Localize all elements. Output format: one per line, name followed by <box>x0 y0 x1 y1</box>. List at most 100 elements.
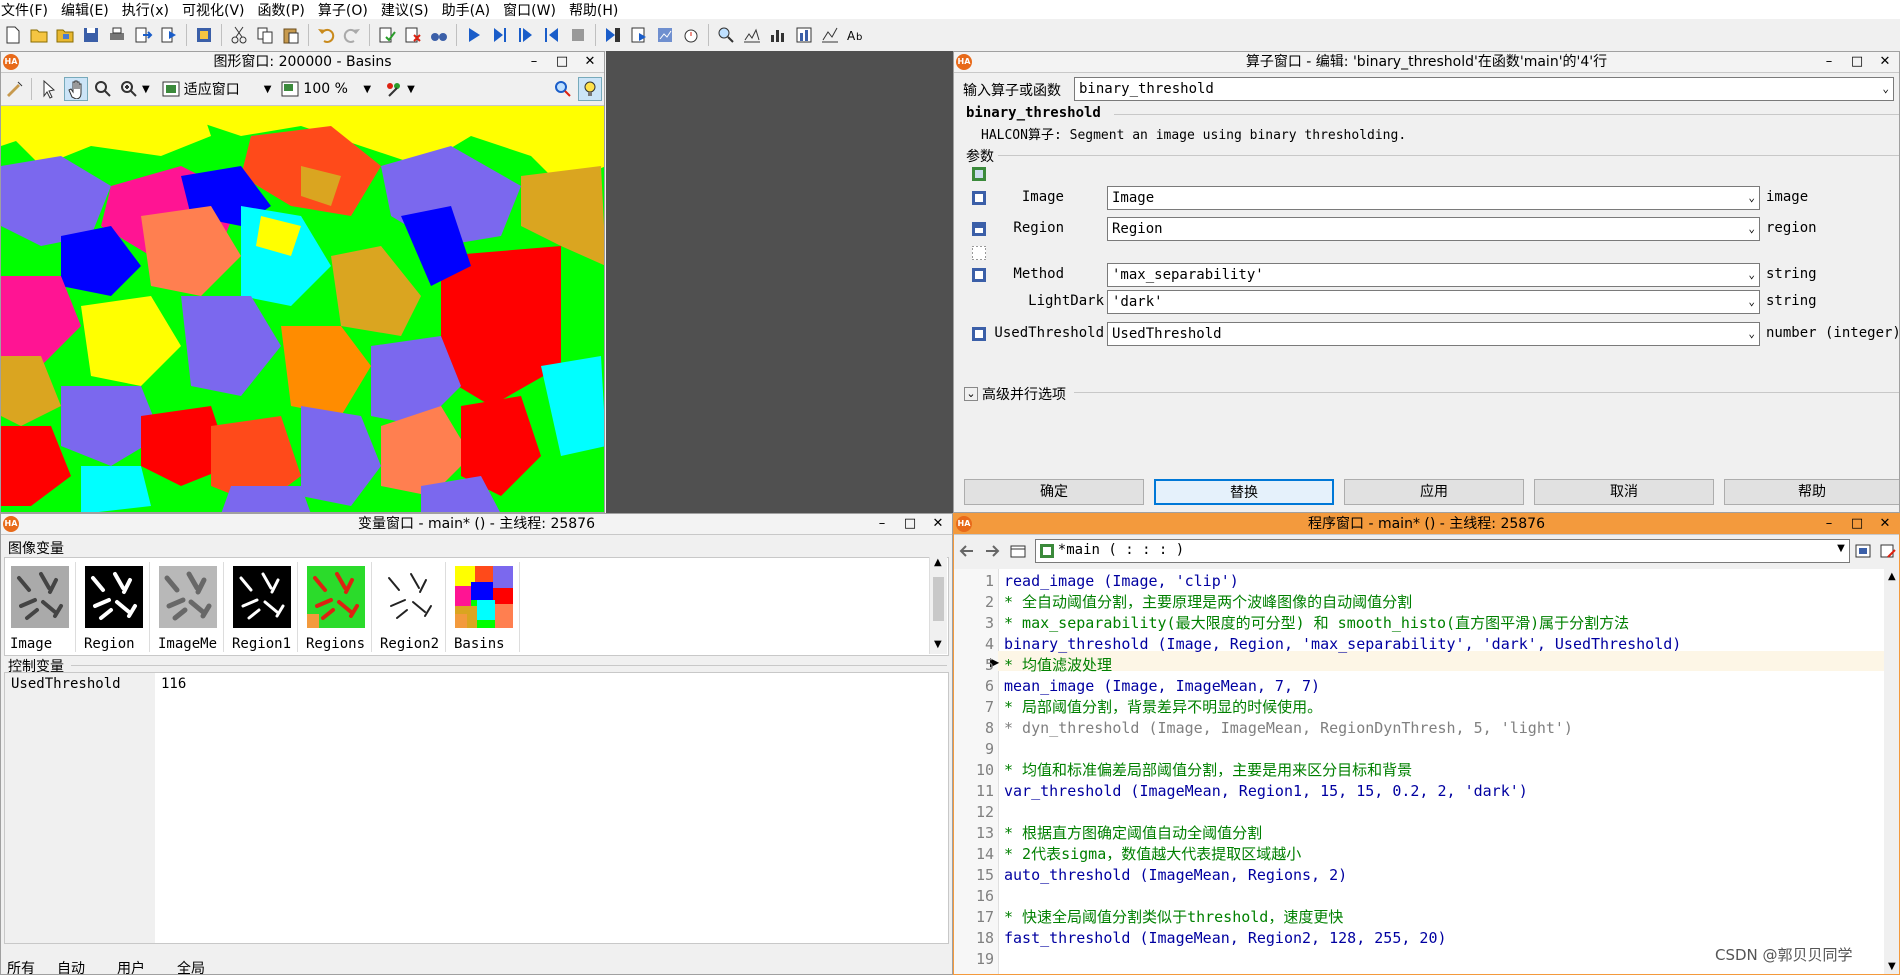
paste-icon[interactable] <box>280 24 302 46</box>
menu-window[interactable]: 窗口(W) <box>502 0 568 20</box>
minimize-icon[interactable]: – <box>1815 514 1843 534</box>
save-icon[interactable] <box>80 24 102 46</box>
basins-segmentation-image[interactable] <box>1 106 604 512</box>
tab-user[interactable]: 用户 <box>117 958 145 974</box>
image-vars-scrollbar[interactable]: ▲ ▼ <box>929 557 947 654</box>
procedure-list-icon[interactable] <box>1007 540 1029 562</box>
chevron-down-icon[interactable]: ⌄ <box>964 387 978 401</box>
code-line[interactable]: * 2代表sigma，数值越大代表提取区域越小 <box>1004 844 1301 865</box>
image-var-thumb[interactable]: Region2 <box>375 562 446 652</box>
zoom-icon[interactable] <box>92 78 114 100</box>
table-row[interactable]: UsedThreshold 116 <box>5 673 948 695</box>
zoom-level-arrow-icon[interactable]: ▼ <box>363 84 371 95</box>
tab-global[interactable]: 全局 <box>177 958 205 974</box>
menu-visualize[interactable]: 可视化(V) <box>181 0 257 20</box>
open-file-icon[interactable] <box>28 24 50 46</box>
stop-icon[interactable] <box>567 24 589 46</box>
code-line[interactable]: * 快速全局阈值分割类似于threshold，速度更快 <box>1004 907 1343 928</box>
run-export-icon[interactable] <box>158 24 180 46</box>
profiler-icon[interactable] <box>654 24 676 46</box>
run-icon[interactable] <box>463 24 485 46</box>
open-example-icon[interactable] <box>54 24 76 46</box>
close-icon[interactable]: ✕ <box>924 514 952 534</box>
properties-icon[interactable] <box>193 24 215 46</box>
step-over-icon[interactable] <box>515 24 537 46</box>
code-line[interactable]: mean_image (Image, ImageMean, 7, 7) <box>1004 676 1320 697</box>
chevron-down-icon[interactable]: ⌄ <box>1748 187 1755 209</box>
procedure-select[interactable]: *main ( : : : ) ▼ <box>1034 539 1850 563</box>
param-method-select[interactable]: 'max_separability' ⌄ <box>1107 263 1760 287</box>
maximize-icon[interactable]: □ <box>896 514 924 534</box>
help-button[interactable]: 帮助 <box>1724 479 1899 505</box>
maximize-icon[interactable]: □ <box>1843 52 1871 72</box>
redo-icon[interactable] <box>341 24 363 46</box>
procedure-settings-icon[interactable] <box>1852 540 1874 562</box>
color-settings-icon[interactable] <box>383 78 405 100</box>
chevron-down-icon[interactable]: ⌄ <box>1748 264 1755 286</box>
code-line[interactable]: var_threshold (ImageMean, Region1, 15, 1… <box>1004 781 1528 802</box>
menu-assistants[interactable]: 助手(A) <box>441 0 503 20</box>
zoom-dropdown-arrow-icon[interactable]: ▼ <box>142 84 150 95</box>
tab-all[interactable]: 所有 <box>7 958 35 974</box>
step-into-icon[interactable] <box>541 24 563 46</box>
code-line[interactable]: * dyn_threshold (Image, ImageMean, Regio… <box>1004 718 1573 739</box>
code-line[interactable]: * max_separability(最大限度的可分型) 和 smooth_hi… <box>1004 613 1629 634</box>
scroll-up-icon[interactable]: ▲ <box>1888 571 1896 582</box>
menu-suggestions[interactable]: 建议(S) <box>380 0 441 20</box>
reset-program-icon[interactable] <box>602 24 624 46</box>
chevron-down-icon[interactable]: ⌄ <box>1748 323 1755 345</box>
minimize-icon[interactable]: – <box>520 52 548 72</box>
param-usedthreshold-select[interactable]: UsedThreshold ⌄ <box>1107 322 1760 346</box>
zoom-level-icon[interactable] <box>279 78 301 100</box>
tab-auto[interactable]: 自动 <box>57 958 85 974</box>
feature-histogram-icon[interactable] <box>793 24 815 46</box>
line-profile-icon[interactable] <box>741 24 763 46</box>
scrollbar-thumb[interactable] <box>933 577 944 621</box>
code-line[interactable]: * 全自动阈值分割，主要原理是两个波峰图像的自动阈值分割 <box>1004 592 1412 613</box>
param-lightdark-select[interactable]: 'dark' ⌄ <box>1107 290 1760 314</box>
code-line[interactable]: binary_threshold (Image, Region, 'max_se… <box>1004 634 1681 655</box>
menu-help[interactable]: 帮助(H) <box>568 0 630 20</box>
maximize-icon[interactable]: □ <box>548 52 576 72</box>
fit-window-select[interactable]: 适应窗口 <box>184 79 264 99</box>
histogram-icon[interactable] <box>767 24 789 46</box>
code-line[interactable]: fast_threshold (ImageMean, Region2, 128,… <box>1004 928 1447 949</box>
zoom-level-select[interactable]: 100 % <box>303 81 363 97</box>
image-var-thumb[interactable]: Image <box>5 562 76 652</box>
menu-operators[interactable]: 算子(O) <box>317 0 380 20</box>
ok-button[interactable]: 确定 <box>964 479 1144 505</box>
advanced-options-label[interactable]: 高级并行选项 <box>982 384 1066 404</box>
copy-icon[interactable] <box>254 24 276 46</box>
zoom-plus-icon[interactable] <box>118 78 140 100</box>
export-icon[interactable] <box>132 24 154 46</box>
code-line[interactable]: * 均值和标准偏差局部阈值分割，主要是用来区分目标和背景 <box>1004 760 1412 781</box>
menu-execute[interactable]: 执行(x) <box>121 0 181 20</box>
code-line[interactable]: auto_threshold (ImageMean, Regions, 2) <box>1004 865 1347 886</box>
code-line[interactable]: * 局部阈值分割，背景差异不明显的时候使用。 <box>1004 697 1322 718</box>
find-icon[interactable] <box>428 24 450 46</box>
pointer-icon[interactable] <box>38 78 60 100</box>
edit-procedure-icon[interactable] <box>1877 540 1899 562</box>
timer-icon[interactable] <box>680 24 702 46</box>
code-editor[interactable]: ▶ 1 read_image (Image, 'clip') 2 * 全自动阈值分割，… <box>954 569 1884 974</box>
forward-arrow-icon[interactable] <box>982 540 1004 562</box>
image-var-thumb[interactable]: Basins <box>449 562 520 652</box>
minimize-icon[interactable]: – <box>1815 52 1843 72</box>
image-var-thumb[interactable]: ImageMe <box>153 562 224 652</box>
fit-window-arrow-icon[interactable]: ▼ <box>264 84 272 95</box>
fit-window-icon[interactable] <box>160 78 182 100</box>
code-line[interactable]: * 根据直方图确定阈值自动全阈值分割 <box>1004 823 1262 844</box>
new-file-icon[interactable] <box>2 24 24 46</box>
inspect-icon[interactable] <box>715 24 737 46</box>
close-icon[interactable]: ✕ <box>576 52 604 72</box>
image-var-thumb[interactable]: Region1 <box>227 562 298 652</box>
scroll-up-icon[interactable]: ▲ <box>934 557 942 568</box>
code-line[interactable]: * 均值滤波处理 <box>1004 655 1112 676</box>
chevron-down-icon[interactable]: ⌄ <box>1748 291 1755 313</box>
minimize-icon[interactable]: – <box>868 514 896 534</box>
pan-hand-icon[interactable] <box>64 77 88 101</box>
maximize-icon[interactable]: □ <box>1843 514 1871 534</box>
cut-icon[interactable] <box>228 24 250 46</box>
replace-button[interactable]: 替换 <box>1154 479 1334 505</box>
activate-icon[interactable] <box>376 24 398 46</box>
